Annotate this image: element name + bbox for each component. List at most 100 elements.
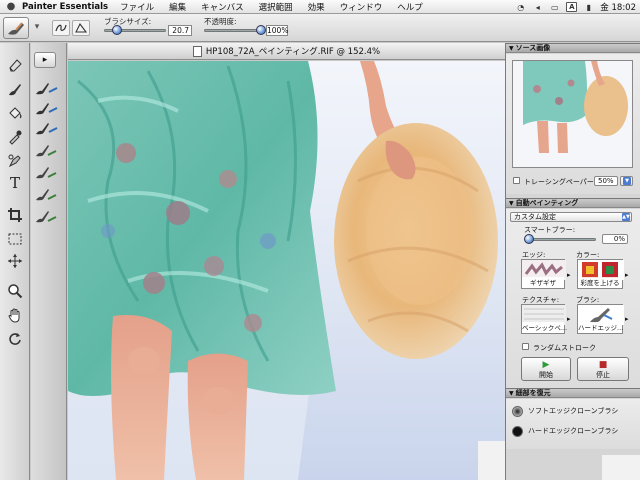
- menu-edit[interactable]: 編集: [169, 1, 186, 13]
- move-tool-icon[interactable]: [4, 251, 26, 271]
- brush-tool-icon[interactable]: [4, 79, 26, 99]
- reset-tool-icon[interactable]: ▾: [31, 21, 43, 33]
- battery-status-icon[interactable]: ▮: [583, 2, 594, 12]
- source-image-thumbnail[interactable]: [512, 60, 633, 168]
- property-bar: ▾ ブラシサイズ: 20.7 不透明度: 100%: [0, 14, 640, 42]
- clone-tool-icon[interactable]: [4, 151, 26, 171]
- brush-variant-6-icon: [36, 189, 57, 201]
- stroke-type-straight-button[interactable]: [72, 20, 90, 36]
- brush-variant-5[interactable]: [33, 163, 65, 181]
- brush-variant-2[interactable]: [33, 99, 65, 117]
- soft-edge-clone-brush-item[interactable]: ソフトエッジクローンブラシ: [512, 404, 618, 418]
- text-tool-icon[interactable]: T: [4, 173, 26, 193]
- color-selector[interactable]: 彩度を上げる: [577, 259, 624, 289]
- tracing-opacity-field[interactable]: 50%: [594, 176, 618, 186]
- eraser-tool-icon[interactable]: [4, 55, 26, 75]
- brush-variant-1-icon: [36, 83, 58, 95]
- paint-bucket-tool-icon[interactable]: [4, 103, 26, 123]
- edge-selector[interactable]: ギザギザ: [521, 259, 566, 289]
- crop-tool-icon[interactable]: [4, 205, 26, 225]
- edge-popup-arrow-icon[interactable]: ▸: [567, 271, 571, 279]
- hard-edge-clone-brush-label: ハードエッジクローンブラシ: [528, 427, 619, 435]
- opacity-slider-knob[interactable]: [256, 25, 266, 35]
- opacity-field[interactable]: 100%: [266, 25, 288, 36]
- opacity-label: 不透明度:: [204, 17, 237, 26]
- preset-value: カスタム設定: [514, 213, 556, 221]
- brush-selector[interactable]: ハードエッジ...: [577, 304, 624, 334]
- straight-stroke-icon: [75, 22, 88, 33]
- start-button[interactable]: ▶ 開始: [521, 357, 571, 381]
- freehand-stroke-icon: [55, 24, 67, 32]
- color-value: 彩度を上げる: [578, 277, 622, 287]
- apple-menu-icon[interactable]: ●: [0, 1, 22, 12]
- tracing-paper-label: トレーシングペーパー: [524, 178, 594, 186]
- texture-value: ベーシックペ...: [522, 322, 568, 332]
- brush-variant-3-icon: [36, 123, 58, 135]
- auto-painting-title: 自動ペインティング: [515, 199, 579, 207]
- random-stroke-checkbox[interactable]: [522, 343, 529, 350]
- stop-icon: ■: [598, 360, 608, 370]
- menu-effects[interactable]: 効果: [308, 1, 325, 13]
- source-image-title: ソース画像: [515, 44, 551, 52]
- stop-label: 停止: [596, 371, 610, 379]
- menu-canvas[interactable]: キャンバス: [201, 1, 244, 13]
- menu-file[interactable]: ファイル: [120, 1, 154, 13]
- collapse-triangle-icon[interactable]: ▼: [509, 199, 514, 208]
- auto-painting-palette-header[interactable]: ▼ 自動ペインティング: [506, 198, 640, 208]
- airport-status-icon[interactable]: ◔: [515, 2, 526, 12]
- grabber-hand-tool-icon[interactable]: [4, 305, 26, 325]
- texture-popup-arrow-icon[interactable]: ▸: [567, 315, 571, 323]
- brush-tool-icon: [8, 22, 24, 35]
- source-image-palette-header[interactable]: ▼ ソース画像: [506, 43, 640, 53]
- rotate-page-tool-icon[interactable]: [4, 329, 26, 349]
- soft-brush-dot-icon: [512, 405, 523, 417]
- volume-status-icon[interactable]: ◂: [532, 2, 543, 12]
- app-menu[interactable]: Painter Essentials: [22, 2, 108, 12]
- menu-select[interactable]: 選択範囲: [259, 1, 293, 13]
- smart-blur-slider[interactable]: [524, 234, 596, 244]
- rectangle-select-tool-icon[interactable]: [4, 229, 26, 249]
- texture-selector[interactable]: ベーシックペ...: [521, 304, 568, 334]
- restore-detail-palette-header[interactable]: ▼ 細部を復元: [506, 388, 640, 398]
- soft-edge-clone-brush-label: ソフトエッジクローンブラシ: [528, 407, 619, 415]
- source-thumbnail-image: [513, 61, 632, 167]
- menubar: ● Painter Essentials ファイル 編集 キャンバス 選択範囲 …: [0, 0, 640, 14]
- display-status-icon[interactable]: ▭: [549, 2, 560, 12]
- brush-library-arrow-button[interactable]: ▸: [34, 52, 56, 68]
- stroke-type-freehand-button[interactable]: [52, 20, 70, 36]
- smart-blur-label: スマートブラー:: [524, 226, 576, 234]
- smart-blur-slider-knob[interactable]: [524, 234, 534, 244]
- menu-window[interactable]: ウィンドウ: [340, 1, 383, 13]
- tracing-opacity-dropdown[interactable]: ▼: [620, 176, 633, 186]
- brush-variant-3[interactable]: [33, 119, 65, 137]
- play-icon: ▶: [542, 360, 550, 370]
- brush-size-field[interactable]: 20.7: [168, 25, 192, 36]
- brush-value: ハードエッジ...: [578, 322, 624, 332]
- brush-size-slider-knob[interactable]: [112, 25, 123, 35]
- painting-canvas[interactable]: [68, 61, 505, 480]
- collapse-triangle-icon[interactable]: ▼: [509, 44, 514, 53]
- opacity-slider[interactable]: [204, 25, 266, 35]
- menu-help[interactable]: ヘルプ: [397, 1, 423, 13]
- brush-popup-arrow-icon[interactable]: ▸: [625, 315, 629, 323]
- stop-button[interactable]: ■ 停止: [577, 357, 629, 381]
- tracing-paper-checkbox[interactable]: [513, 177, 520, 184]
- brush-variant-7[interactable]: [33, 207, 65, 225]
- brush-variant-7-icon: [36, 211, 57, 223]
- menubar-clock[interactable]: 金 18:02: [600, 1, 636, 13]
- brush-variant-6[interactable]: [33, 185, 65, 203]
- document-title-bar[interactable]: HP108_72A_ペインティング.RIF @ 152.4%: [68, 43, 505, 60]
- dropper-tool-icon[interactable]: [4, 127, 26, 147]
- hard-edge-clone-brush-item[interactable]: ハードエッジクローンブラシ: [512, 424, 618, 438]
- smart-blur-field[interactable]: 0%: [602, 234, 628, 244]
- collapse-triangle-icon[interactable]: ▼: [509, 389, 514, 398]
- magnifier-tool-icon[interactable]: [4, 281, 26, 301]
- current-brush-tool-button[interactable]: [3, 17, 29, 39]
- random-stroke-label: ランダムストローク: [533, 344, 596, 352]
- brush-size-slider[interactable]: [104, 25, 166, 35]
- input-method-icon[interactable]: A: [566, 2, 578, 12]
- color-popup-arrow-icon[interactable]: ▸: [625, 271, 629, 279]
- brush-variant-4[interactable]: [33, 141, 65, 159]
- auto-painting-preset-dropdown[interactable]: カスタム設定 ▲▼: [510, 212, 632, 222]
- brush-variant-1[interactable]: [33, 79, 65, 97]
